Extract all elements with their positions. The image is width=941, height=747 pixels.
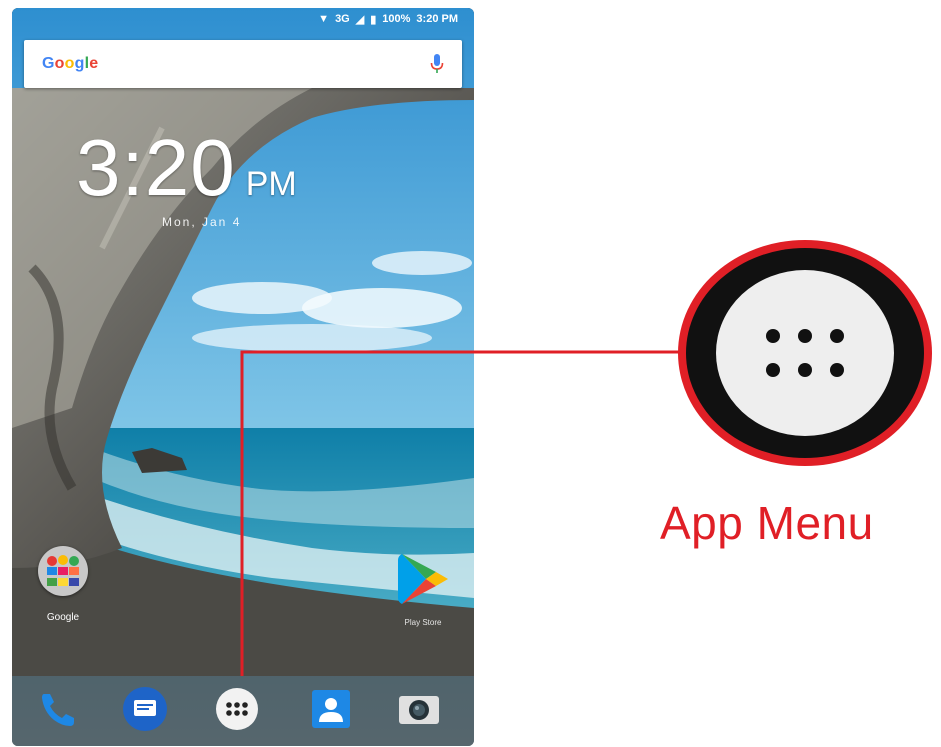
app-menu-callout [678, 240, 932, 466]
folder-label: Google [46, 612, 80, 623]
battery-level: 100% [382, 13, 411, 25]
status-bar: ▼ 3G ◢ ▮ 100% 3:20 PM [12, 8, 474, 30]
contacts-icon[interactable] [308, 686, 354, 732]
app-menu-dots-icon [766, 329, 844, 377]
callout-ring [686, 248, 924, 458]
app-menu-icon[interactable] [214, 686, 260, 732]
mic-icon[interactable] [430, 53, 444, 75]
google-logo: Google [42, 55, 99, 72]
wallpaper [12, 8, 474, 746]
clock-widget[interactable]: 3:20 PM [76, 128, 297, 208]
phone-screenshot: ▼ 3G ◢ ▮ 100% 3:20 PM Google 3:20 PM Mon… [12, 8, 474, 746]
home-screen: ▼ 3G ◢ ▮ 100% 3:20 PM Google 3:20 PM Mon… [12, 8, 474, 746]
callout-label: App Menu [660, 497, 874, 549]
status-time: 3:20 PM [416, 13, 458, 25]
battery-icon: ▮ [370, 13, 377, 26]
phone-icon[interactable] [34, 686, 80, 732]
clock-time: 3:20 [76, 123, 236, 212]
network-type: 3G [335, 13, 350, 25]
google-folder-icon[interactable] [38, 546, 88, 596]
google-search-bar[interactable]: Google [24, 40, 462, 88]
app-menu-icon-enlarged [716, 270, 894, 436]
camera-icon[interactable] [396, 686, 442, 732]
clock-ampm: PM [245, 165, 297, 203]
play-store-label: Play Store [404, 618, 442, 627]
wifi-icon: ▼ [318, 13, 330, 25]
signal-icon: ◢ [355, 13, 365, 26]
messages-icon[interactable] [122, 686, 168, 732]
clock-date: Mon, Jan 4 [162, 215, 242, 229]
play-store-icon[interactable] [392, 548, 454, 610]
